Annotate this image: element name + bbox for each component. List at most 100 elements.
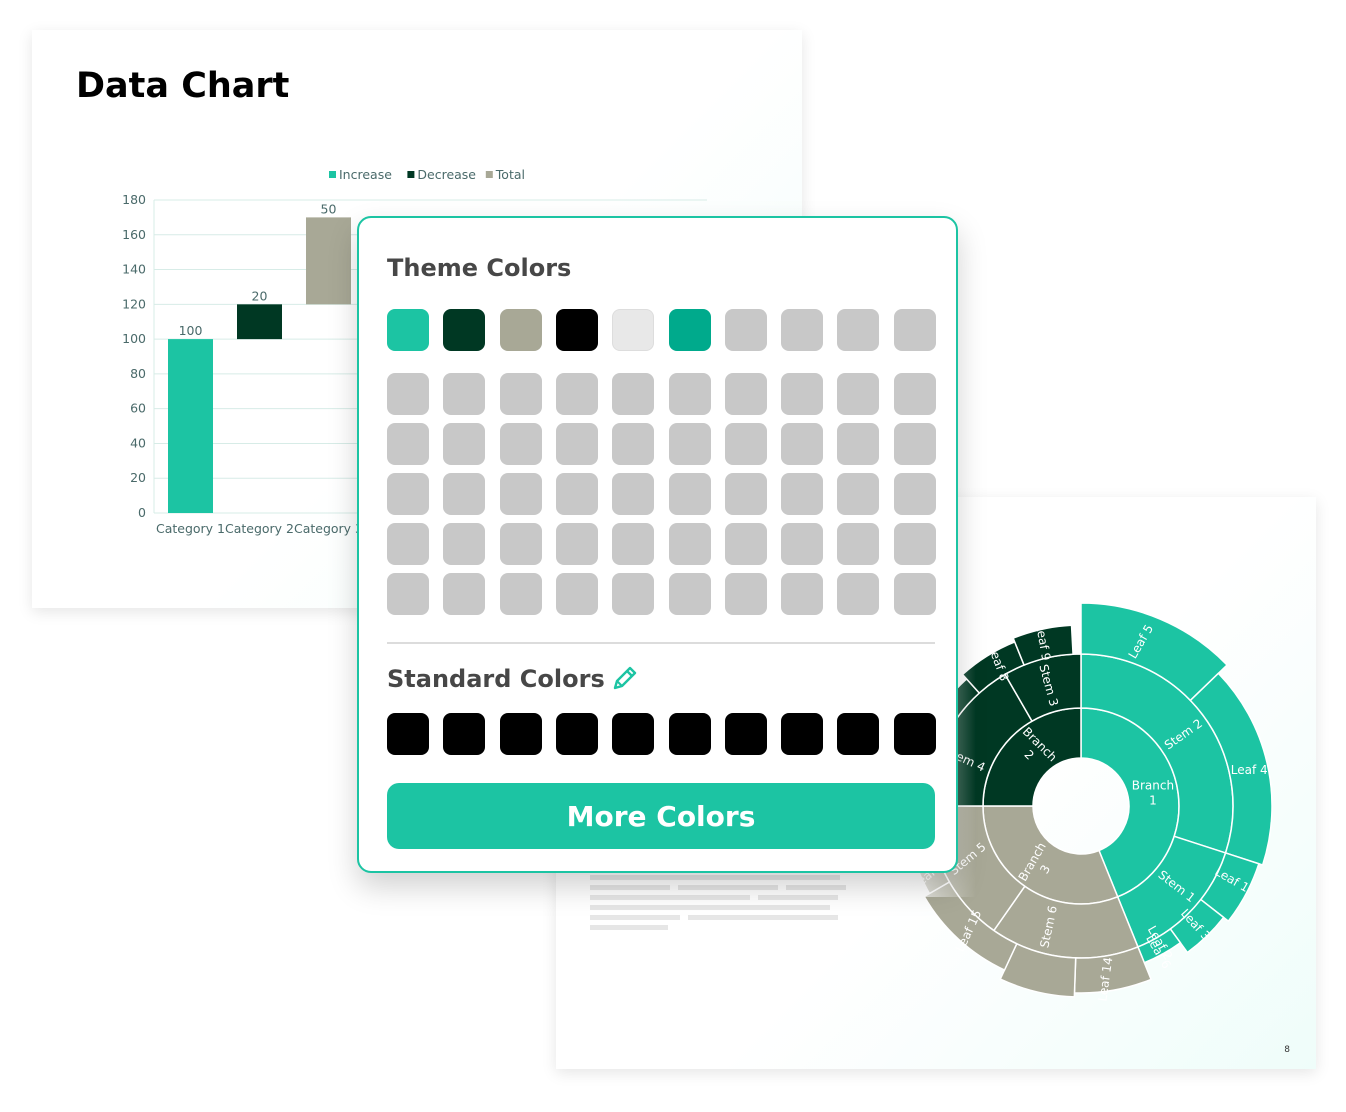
shade-color-swatch[interactable]: [387, 473, 429, 515]
theme-color-swatch[interactable]: [893, 309, 936, 351]
shade-color-swatch[interactable]: [499, 373, 542, 415]
theme-color-swatch[interactable]: [387, 309, 429, 351]
shade-color-swatch[interactable]: [612, 373, 655, 415]
standard-color-swatch[interactable]: [893, 713, 936, 755]
theme-color-swatch[interactable]: [724, 309, 767, 351]
shade-color-swatch[interactable]: [499, 523, 542, 565]
theme-color-swatch[interactable]: [499, 309, 542, 351]
shade-color-swatch[interactable]: [893, 523, 936, 565]
shade-color-swatch[interactable]: [893, 373, 936, 415]
x-tick-label: Category 3: [294, 521, 363, 536]
legend-swatch: [485, 171, 493, 178]
shade-color-swatch[interactable]: [837, 523, 880, 565]
shade-color-swatch[interactable]: [668, 423, 711, 465]
shade-color-swatch[interactable]: [781, 573, 824, 615]
shade-color-swatch[interactable]: [499, 423, 542, 465]
shade-color-swatch[interactable]: [387, 423, 429, 465]
y-tick-label: 0: [138, 505, 146, 520]
chart-bar: [237, 304, 282, 340]
standard-color-swatch[interactable]: [837, 713, 880, 755]
shade-color-swatch[interactable]: [668, 573, 711, 615]
y-tick-label: 180: [122, 192, 146, 207]
shade-color-swatch[interactable]: [837, 373, 880, 415]
standard-color-swatch[interactable]: [555, 713, 598, 755]
chart-bar: [306, 217, 351, 305]
standard-color-swatch[interactable]: [724, 713, 767, 755]
shade-color-swatch[interactable]: [781, 473, 824, 515]
shade-color-swatch[interactable]: [724, 523, 767, 565]
shade-color-swatch[interactable]: [837, 573, 880, 615]
legend-label: Increase: [339, 167, 392, 182]
standard-colors-heading: Standard Colors: [387, 665, 605, 693]
theme-color-swatch[interactable]: [668, 309, 711, 351]
shade-color-swatch[interactable]: [724, 573, 767, 615]
chart-bar: [168, 339, 213, 513]
shade-color-swatch[interactable]: [668, 523, 711, 565]
bar-value-label: 50: [321, 201, 337, 216]
shade-color-swatch[interactable]: [893, 573, 936, 615]
x-tick-label: Category 1: [156, 521, 225, 536]
theme-colors-heading: Theme Colors: [387, 254, 572, 282]
shade-color-swatch[interactable]: [555, 373, 598, 415]
shade-color-swatch[interactable]: [724, 423, 767, 465]
shade-color-swatch[interactable]: [387, 573, 429, 615]
theme-color-swatch[interactable]: [837, 309, 880, 351]
more-colors-button[interactable]: More Colors: [387, 783, 935, 849]
shade-color-swatch[interactable]: [612, 423, 655, 465]
theme-color-swatch[interactable]: [612, 309, 655, 351]
standard-color-swatch[interactable]: [499, 713, 542, 755]
shade-color-swatch[interactable]: [837, 473, 880, 515]
theme-color-swatch[interactable]: [443, 309, 486, 351]
shade-color-swatch[interactable]: [555, 523, 598, 565]
shade-color-swatch[interactable]: [893, 423, 936, 465]
y-tick-label: 120: [122, 296, 146, 311]
y-tick-label: 40: [130, 435, 146, 450]
shade-color-swatch[interactable]: [724, 473, 767, 515]
shade-color-swatch[interactable]: [837, 423, 880, 465]
shade-color-swatch[interactable]: [612, 473, 655, 515]
theme-color-swatch[interactable]: [781, 309, 824, 351]
shade-color-swatch[interactable]: [668, 373, 711, 415]
pencil-icon[interactable]: [609, 662, 641, 694]
y-tick-label: 60: [130, 401, 146, 416]
y-tick-label: 160: [122, 227, 146, 242]
standard-color-swatch[interactable]: [781, 713, 824, 755]
legend-label: Decrease: [417, 167, 476, 182]
standard-color-swatch[interactable]: [612, 713, 655, 755]
shade-color-swatch[interactable]: [612, 523, 655, 565]
standard-color-swatch[interactable]: [387, 713, 429, 755]
shade-color-swatch[interactable]: [499, 573, 542, 615]
bar-value-label: 100: [179, 323, 203, 338]
bar-value-label: 20: [252, 288, 268, 303]
y-tick-label: 100: [122, 331, 146, 346]
y-tick-label: 140: [122, 262, 146, 277]
shade-color-swatch[interactable]: [724, 373, 767, 415]
shade-color-swatch[interactable]: [387, 523, 429, 565]
sunburst-label: Leaf 4: [1231, 763, 1268, 777]
shade-color-swatch[interactable]: [781, 423, 824, 465]
shade-color-swatch[interactable]: [555, 473, 598, 515]
shade-color-swatch[interactable]: [781, 373, 824, 415]
shade-color-swatch[interactable]: [893, 473, 936, 515]
shade-color-swatch[interactable]: [499, 473, 542, 515]
color-picker-panel: Theme Colors Standard Colors More Colors: [357, 216, 958, 873]
shade-color-swatch[interactable]: [443, 473, 486, 515]
legend-swatch: [329, 171, 336, 178]
theme-color-swatch[interactable]: [555, 309, 598, 351]
legend-swatch: [407, 171, 415, 178]
y-tick-label: 80: [130, 366, 146, 381]
shade-color-swatch[interactable]: [781, 523, 824, 565]
standard-color-swatch[interactable]: [443, 713, 486, 755]
shade-color-swatch[interactable]: [555, 573, 598, 615]
shade-color-swatch[interactable]: [443, 373, 486, 415]
shade-color-swatch[interactable]: [612, 573, 655, 615]
shade-color-swatch[interactable]: [668, 473, 711, 515]
shade-color-swatch[interactable]: [443, 423, 486, 465]
shade-color-swatch[interactable]: [443, 573, 486, 615]
shade-color-swatch[interactable]: [443, 523, 486, 565]
standard-color-swatch[interactable]: [668, 713, 711, 755]
shade-color-swatch[interactable]: [555, 423, 598, 465]
divider: [387, 642, 935, 644]
slide-number: 8: [1284, 1045, 1290, 1055]
shade-color-swatch[interactable]: [387, 373, 429, 415]
